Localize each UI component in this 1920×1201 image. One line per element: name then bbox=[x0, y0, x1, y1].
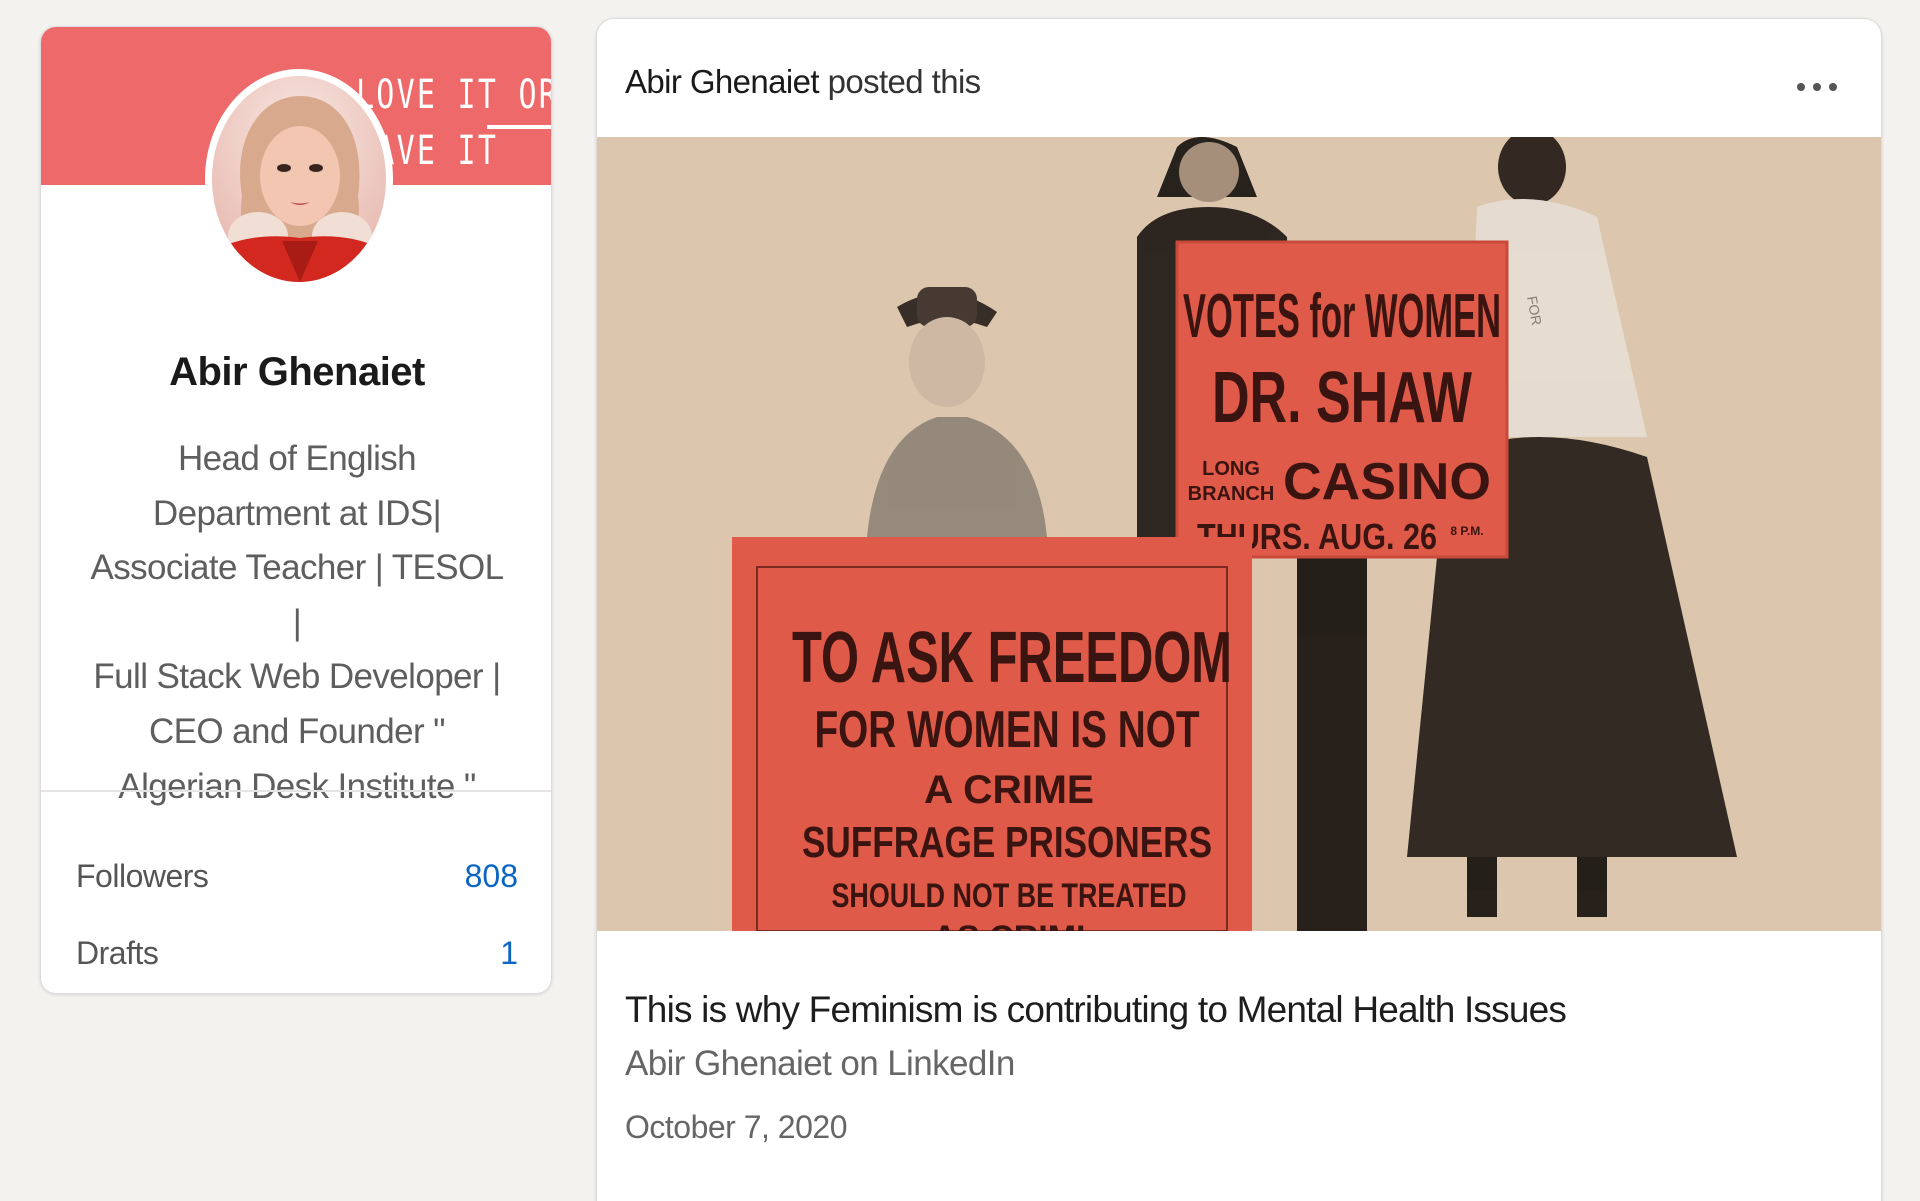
sign-line: DR. SHAW bbox=[1212, 358, 1472, 438]
sign-line: TO ASK FREEDOM bbox=[792, 618, 1232, 698]
sign-line: A CRIME bbox=[924, 768, 1094, 812]
divider bbox=[41, 790, 551, 792]
followers-label: Followers bbox=[76, 857, 209, 894]
profile-headline: Head of English Department at IDS| Assoc… bbox=[86, 432, 508, 814]
headline-line: Head of English bbox=[177, 439, 417, 478]
ellipsis-icon[interactable] bbox=[1782, 67, 1852, 107]
cover-underline bbox=[487, 125, 551, 129]
sign-line: VOTES for WOMEN bbox=[1183, 282, 1501, 351]
sign-line: CASINO bbox=[1283, 453, 1491, 511]
post-card: Abir Ghenaiet posted this VOTES for WOME… bbox=[596, 18, 1882, 1201]
post-title[interactable]: This is why Feminism is contributing to … bbox=[625, 989, 1567, 1031]
headline-line: Full Stack Web Developer | bbox=[93, 657, 501, 697]
avatar[interactable] bbox=[205, 69, 393, 289]
drafts-label: Drafts bbox=[76, 934, 159, 971]
post-header: Abir Ghenaiet posted this bbox=[625, 63, 981, 101]
profile-name[interactable]: Abir Ghenaiet bbox=[41, 350, 551, 395]
sign-line: 8 P.M. bbox=[1450, 524, 1483, 538]
sign-line: LONG bbox=[1202, 458, 1260, 480]
post-action-text: posted this bbox=[827, 63, 982, 100]
sign-line: SUFFRAGE PRISONERS bbox=[802, 818, 1212, 867]
followers-stat[interactable]: Followers 808 bbox=[76, 852, 518, 900]
sign-line: FOR WOMEN IS NOT bbox=[815, 701, 1200, 759]
post-author[interactable]: Abir Ghenaiet bbox=[625, 63, 820, 100]
headline-line: Department at IDS| bbox=[152, 493, 442, 533]
sign-freedom: TO ASK FREEDOM FOR WOMEN IS NOT A CRIME … bbox=[732, 537, 1252, 931]
followers-count: 808 bbox=[464, 857, 518, 894]
sign-votes-for-women: VOTES for WOMEN DR. SHAW LONG BRANCH CAS… bbox=[1175, 240, 1545, 559]
headline-line: Associate Teacher | TESOL | bbox=[90, 548, 504, 642]
post-image[interactable]: VOTES for WOMEN DR. SHAW LONG BRANCH CAS… bbox=[597, 137, 1881, 931]
headline-line: Algerian Desk Institute " bbox=[118, 766, 476, 806]
drafts-count: 1 bbox=[500, 934, 518, 971]
sign-line: SHOULD NOT BE TREATED bbox=[832, 877, 1187, 915]
sign-line: AS CRIMI bbox=[933, 919, 1086, 931]
drafts-stat[interactable]: Drafts 1 bbox=[76, 929, 518, 977]
post-source: Abir Ghenaiet on LinkedIn bbox=[625, 1044, 1015, 1083]
headline-line: CEO and Founder " bbox=[149, 711, 446, 751]
profile-card: LOVE IT OR EAVE IT Abir Ghenaiet Head of… bbox=[40, 26, 552, 994]
sign-line: BRANCH bbox=[1188, 483, 1275, 505]
post-date: October 7, 2020 bbox=[625, 1109, 847, 1145]
